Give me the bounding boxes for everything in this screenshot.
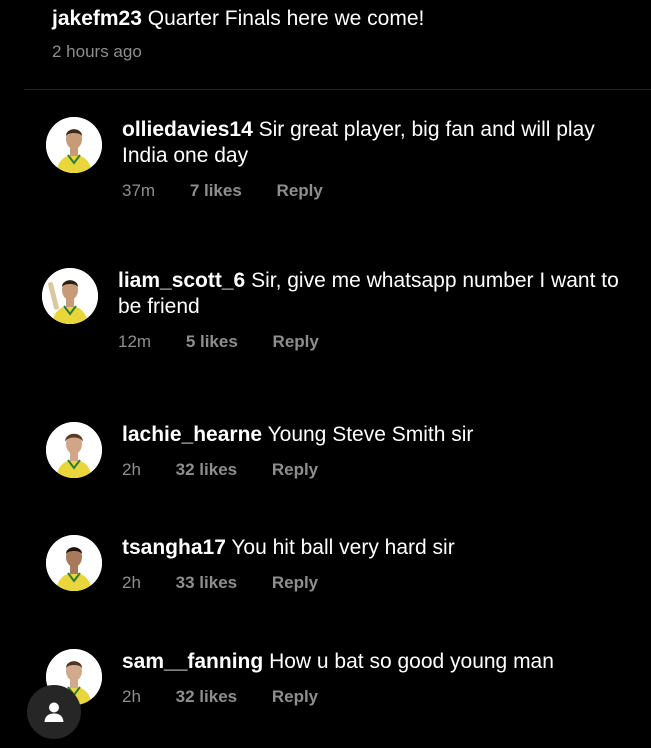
reply-button[interactable]: Reply: [272, 460, 318, 479]
top-comment-time: 2 hours ago: [52, 42, 142, 61]
comment-username[interactable]: lachie_hearne: [122, 423, 262, 446]
comment-text: Young Steve Smith sir: [267, 423, 474, 446]
comment-username[interactable]: olliedavies14: [122, 118, 253, 141]
avatar[interactable]: [42, 268, 98, 324]
comment-text: You hit ball very hard sir: [231, 536, 455, 559]
top-comment: jakefm23 Quarter Finals here we come! 2 …: [52, 6, 424, 62]
comment-text-block: liam_scott_6 Sir, give me whatsapp numbe…: [118, 268, 631, 320]
comment-username[interactable]: tsangha17: [122, 536, 226, 559]
comment-likes[interactable]: 5 likes: [186, 332, 238, 351]
comment-text-block: lachie_hearne Young Steve Smith sir: [122, 422, 631, 448]
comment-meta: 12m 5 likes Reply: [118, 332, 319, 352]
avatar[interactable]: [46, 535, 102, 591]
comment-text-block: sam__fanning How u bat so good young man: [122, 649, 631, 675]
comment-time: 12m: [118, 332, 152, 351]
reply-button[interactable]: Reply: [272, 573, 318, 592]
comment-likes[interactable]: 32 likes: [176, 460, 237, 479]
comment-text-block: olliedavies14 Sir great player, big fan …: [122, 117, 631, 169]
reply-button[interactable]: Reply: [272, 687, 318, 706]
top-comment-text: Quarter Finals here we come!: [147, 7, 425, 30]
top-comment-username[interactable]: jakefm23: [52, 7, 142, 30]
player-avatar-icon: [46, 422, 102, 478]
comment-item: olliedavies14 Sir great player, big fan …: [46, 117, 631, 200]
comment-time: 37m: [122, 181, 156, 200]
person-icon: [44, 702, 64, 722]
comment-item: sam__fanning How u bat so good young man…: [46, 649, 631, 719]
divider: [24, 89, 651, 90]
comment-likes[interactable]: 7 likes: [190, 181, 242, 200]
account-button[interactable]: [27, 685, 81, 739]
player-avatar-icon: [42, 268, 98, 324]
comment-meta: 37m 7 likes Reply: [122, 181, 323, 201]
reply-button[interactable]: Reply: [273, 332, 319, 351]
comment-item: tsangha17 You hit ball very hard sir 2h …: [46, 535, 631, 605]
comment-meta: 2h 32 likes Reply: [122, 460, 318, 480]
reply-button[interactable]: Reply: [277, 181, 323, 200]
top-comment-line: jakefm23 Quarter Finals here we come!: [52, 6, 424, 32]
comment-time: 2h: [122, 687, 141, 706]
comment-username[interactable]: liam_scott_6: [118, 269, 245, 292]
comment-text-block: tsangha17 You hit ball very hard sir: [122, 535, 631, 561]
comment-likes[interactable]: 33 likes: [176, 573, 237, 592]
comment-username[interactable]: sam__fanning: [122, 650, 263, 673]
comment-meta: 2h 32 likes Reply: [122, 687, 318, 707]
player-avatar-icon: [46, 117, 102, 173]
comment-meta: 2h 33 likes Reply: [122, 573, 318, 593]
comment-item: liam_scott_6 Sir, give me whatsapp numbe…: [42, 268, 631, 351]
comment-likes[interactable]: 32 likes: [176, 687, 237, 706]
comment-time: 2h: [122, 573, 141, 592]
avatar[interactable]: [46, 117, 102, 173]
comment-time: 2h: [122, 460, 141, 479]
comment-text: How u bat so good young man: [269, 650, 554, 673]
player-avatar-icon: [46, 535, 102, 591]
comment-item: lachie_hearne Young Steve Smith sir 2h 3…: [46, 422, 631, 492]
avatar[interactable]: [46, 422, 102, 478]
